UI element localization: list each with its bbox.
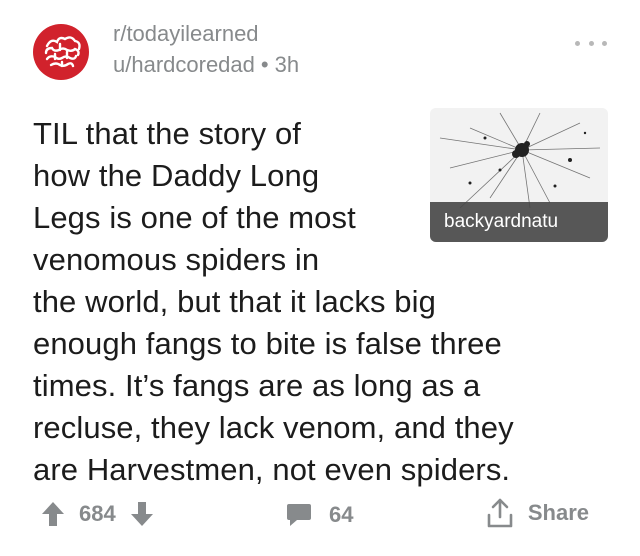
vote-controls: 684 <box>41 501 154 527</box>
comment-count: 64 <box>329 502 354 527</box>
meta-separator: • <box>260 52 269 77</box>
subreddit-name[interactable]: r/todayilearned <box>113 20 299 48</box>
post-title[interactable]: TIL that the story of how the Daddy Long… <box>33 113 613 491</box>
brain-icon <box>44 36 81 68</box>
post-meta: r/todayilearned u/hardcoredad • 3h <box>113 20 299 80</box>
subreddit-avatar[interactable] <box>33 24 89 80</box>
title-line: TIL that the story of <box>33 116 302 151</box>
author-name[interactable]: u/hardcoredad <box>113 52 255 77</box>
share-icon <box>486 497 514 529</box>
upvote-icon[interactable] <box>41 501 65 527</box>
title-line: how the Daddy Long <box>33 158 320 193</box>
share-label: Share <box>527 500 589 525</box>
post-actions: 684 64 Share <box>33 495 607 539</box>
share-button[interactable]: Share <box>486 497 589 529</box>
post-header: r/todayilearned u/hardcoredad • 3h <box>33 20 607 84</box>
comments-button[interactable]: 64 <box>285 501 353 529</box>
more-dot <box>602 40 607 46</box>
more-dot <box>588 40 594 46</box>
downvote-icon[interactable] <box>130 501 154 527</box>
title-line: venomous spiders in <box>33 242 320 277</box>
post-age: 3h <box>274 52 300 77</box>
comment-icon <box>285 501 313 529</box>
more-options-icon[interactable] <box>575 38 607 48</box>
title-line: the world, but that it lacks big <box>33 284 436 319</box>
title-line: recluse, they lack venom, and they <box>33 410 514 445</box>
author-line: u/hardcoredad • 3h <box>113 50 299 80</box>
title-line: are Harvestmen, not even spiders. <box>33 452 511 487</box>
title-line: Legs is one of the most <box>33 200 356 235</box>
title-line: enough fangs to bite is false three <box>33 326 502 361</box>
more-dot <box>575 40 580 46</box>
vote-count: 684 <box>79 501 116 526</box>
title-line: times. It’s fangs are as long as a <box>33 368 481 403</box>
